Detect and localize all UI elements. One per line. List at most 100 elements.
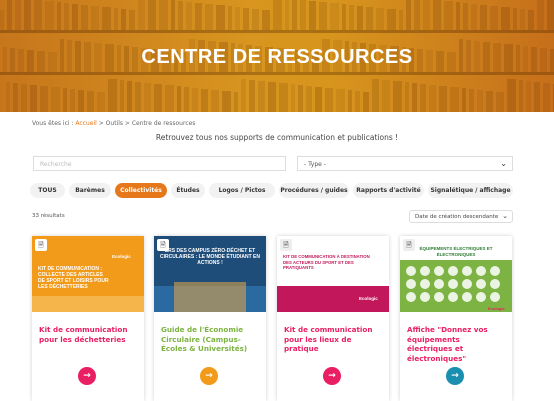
appliance-icon — [420, 266, 430, 276]
book-spine — [429, 85, 436, 112]
card-title[interactable]: Guide de l'Économie Circulaire (Campus-É… — [161, 325, 261, 354]
book-spine — [393, 81, 402, 112]
thumbnail-text: ÉQUIPEMENTS ÉLECTRIQUES ET ÉLECTRONIQUES — [419, 246, 493, 257]
book-spine — [490, 6, 498, 30]
book-spine — [423, 0, 430, 30]
book-spine — [195, 3, 202, 30]
filter-collectivites[interactable]: Collectivités — [115, 183, 167, 198]
book-spine — [7, 0, 12, 30]
book-spine — [177, 86, 181, 112]
book-spine — [234, 92, 238, 112]
filter-baremes[interactable]: Barèmes — [69, 183, 111, 198]
book-spine — [273, 0, 282, 30]
book-spine — [471, 4, 477, 30]
book-spine — [433, 0, 441, 30]
book-spine — [120, 80, 124, 112]
filter-etudes[interactable]: Études — [171, 183, 205, 198]
resource-card[interactable]: ERS DES CAMPUS ZÉRO-DÉCHET ET CIRCULAIRE… — [154, 236, 266, 401]
card-title[interactable]: Affiche "Donnez vos équipements électriq… — [407, 325, 507, 363]
book-spine — [108, 79, 117, 112]
appliance-icon — [434, 292, 444, 302]
book-spine — [406, 0, 411, 30]
book-spine — [91, 6, 99, 30]
book-spine — [184, 87, 189, 112]
book-spine — [285, 0, 289, 30]
appliance-icon — [420, 279, 430, 289]
card-title[interactable]: Kit de communication pour les lieux de p… — [284, 325, 384, 354]
breadcrumb-home-link[interactable]: Accueil — [75, 120, 96, 127]
book-spine — [201, 89, 208, 112]
book-spine — [121, 9, 126, 30]
book-spine — [243, 8, 249, 30]
arrow-right-icon[interactable]: → — [78, 367, 96, 385]
book-spine — [376, 8, 384, 30]
book-spine — [543, 83, 550, 112]
appliance-icon — [490, 292, 500, 302]
appliance-icon — [448, 279, 458, 289]
book-spine — [97, 92, 105, 112]
thumbnail-text: KIT DE COMMUNICATION : COLLECTE DES ARTI… — [38, 266, 109, 290]
document-icon: 🗎 — [157, 239, 169, 251]
book-spine — [325, 88, 333, 112]
resource-card[interactable]: ÉQUIPEMENTS ÉLECTRIQUES ET ÉLECTRONIQUES… — [400, 236, 512, 401]
book-spine — [342, 4, 346, 30]
resource-card[interactable]: KIT DE COMMUNICATION : COLLECTE DES ARTI… — [32, 236, 144, 401]
book-spine — [171, 0, 175, 30]
book-spine — [70, 89, 75, 112]
book-spine — [336, 89, 345, 112]
document-icon: 🗎 — [403, 239, 415, 251]
book-spine — [520, 9, 525, 30]
chevron-down-icon: ⌄ — [500, 159, 507, 168]
filter-signaletique-affichage[interactable]: Signalétique / affichage — [428, 183, 513, 198]
book-spine — [480, 5, 487, 30]
resource-card[interactable]: KIT DE COMMUNICATION À DESTINATION DES A… — [277, 236, 389, 401]
book-spine — [414, 0, 420, 30]
arrow-right-icon[interactable]: → — [323, 367, 341, 385]
appliance-icon — [448, 292, 458, 302]
book-spine — [24, 0, 31, 30]
breadcrumb-prefix: Vous êtes ici : — [32, 120, 76, 127]
sort-select[interactable]: Date de création descendante ⌄ — [409, 210, 513, 223]
thumbnail-text: KIT DE COMMUNICATION À DESTINATION DES A… — [283, 254, 370, 270]
card-thumbnail: KIT DE COMMUNICATION À DESTINATION DES A… — [277, 236, 389, 312]
filter-logos-pictos[interactable]: Logos / Pictos — [209, 183, 275, 198]
arrow-right-icon[interactable]: → — [446, 367, 464, 385]
book-spine — [64, 3, 69, 30]
arrow-right-icon[interactable]: → — [200, 367, 218, 385]
search-input[interactable]: Recherche — [33, 156, 286, 171]
book-spine — [216, 5, 225, 30]
card-title[interactable]: Kit de communication pour les déchetteri… — [39, 325, 139, 344]
card-thumbnail: ÉQUIPEMENTS ÉLECTRIQUES ET ÉLECTRONIQUES… — [400, 236, 512, 312]
book-spine — [114, 8, 118, 30]
book-spine — [45, 1, 54, 30]
book-spine — [486, 91, 493, 112]
book-spine — [513, 8, 517, 30]
appliance-icon — [406, 292, 416, 302]
type-select[interactable]: - Type - ⌄ — [297, 156, 513, 171]
book-spine — [420, 84, 426, 112]
book-spine — [456, 2, 460, 30]
book-spine — [315, 87, 322, 112]
book-spine — [30, 85, 37, 112]
book-spine — [34, 0, 42, 30]
book-spine — [192, 88, 198, 112]
book-spine — [372, 79, 379, 112]
book-spine — [348, 90, 352, 112]
book-spine — [154, 84, 162, 112]
filter-rapports-activite[interactable]: Rapports d'activité — [353, 183, 424, 198]
book-spine — [127, 81, 132, 112]
book-spine — [469, 89, 474, 112]
book-spine — [496, 92, 504, 112]
book-spine — [258, 81, 265, 112]
book-spine — [72, 4, 78, 30]
book-spine — [165, 85, 174, 112]
book-spine — [15, 0, 21, 30]
book-spine — [63, 88, 67, 112]
filter-tous[interactable]: TOUS — [30, 183, 65, 198]
book-spine — [526, 81, 531, 112]
book-spine — [298, 85, 303, 112]
book-spine — [306, 86, 312, 112]
book-spine — [463, 3, 468, 30]
thumbnail-text: ERS DES CAMPUS ZÉRO-DÉCHET ET CIRCULAIRE… — [160, 248, 260, 266]
filter-procedures-guides[interactable]: Procédures / guides — [279, 183, 349, 198]
